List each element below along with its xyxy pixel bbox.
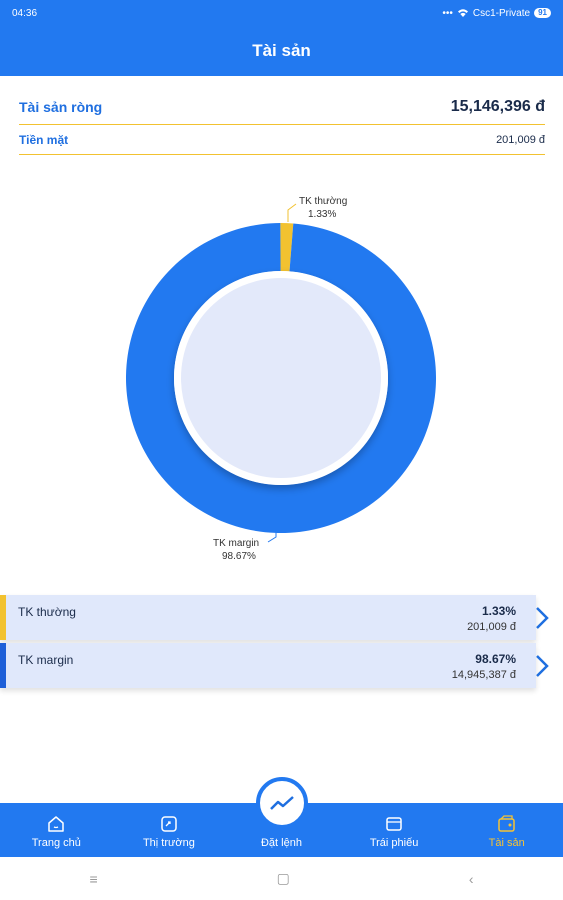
app-header: Tài sản — [0, 26, 563, 76]
nav-label: Tài sản — [488, 837, 525, 849]
status-bar: 04:36 ••• Csc1-Private 91 — [0, 0, 563, 26]
wifi-icon — [457, 9, 468, 17]
nav-item-assets[interactable]: Tài sản — [450, 803, 563, 857]
nav-label: Trái phiếu — [369, 837, 419, 849]
nav-item-market[interactable]: Thị trường — [113, 803, 226, 857]
cash-label: Tiền mặt — [19, 132, 69, 147]
wallet-icon — [386, 817, 402, 831]
market-icon — [161, 816, 177, 832]
account-percent: 1.33% — [481, 604, 516, 618]
allocation-donut-chart: TK thường 1.33% TK margin 98.67% — [126, 196, 437, 562]
cash-value: 201,009 đ — [496, 133, 545, 146]
home-icon — [48, 816, 65, 832]
slice-pct-tk-margin: 98.67% — [222, 551, 256, 562]
back-icon[interactable]: ‹ — [469, 871, 474, 887]
system-nav-bar: ≡ ▢ ‹ — [0, 857, 563, 900]
page-title: Tài sản — [252, 41, 311, 60]
nav-label: Đặt lệnh — [260, 837, 302, 849]
slice-label-tk-thuong: TK thường — [299, 196, 347, 207]
nav-label: Thị trường — [142, 837, 195, 849]
cash-row: Tiền mặt 201,009 đ — [19, 125, 545, 155]
nav-item-home[interactable]: Trang chủ — [0, 803, 113, 857]
slice-label-tk-margin: TK margin — [213, 538, 259, 549]
net-assets-row: Tài sản ròng 15,146,396 đ — [19, 90, 545, 125]
assets-icon — [497, 815, 515, 832]
nav-label: Trang chủ — [31, 837, 81, 849]
chevron-right-icon[interactable] — [531, 595, 553, 640]
account-name: TK margin — [18, 653, 74, 667]
notification-dots: ••• — [442, 7, 453, 19]
battery-icon: 91 — [534, 8, 551, 18]
account-value: 14,945,387 đ — [451, 669, 516, 681]
account-name: TK thường — [18, 605, 76, 619]
account-list: TK thường 1.33% 201,009 đ TK margin 98.6… — [0, 595, 536, 691]
net-assets-label: Tài sản ròng — [19, 99, 103, 115]
chevron-right-icon[interactable] — [531, 643, 553, 688]
slice-pct-tk-thuong: 1.33% — [308, 209, 336, 220]
asset-summary: Tài sản ròng 15,146,396 đ Tiền mặt 201,0… — [19, 90, 545, 155]
nav-item-bonds[interactable]: Trái phiếu — [338, 803, 451, 857]
place-order-button[interactable] — [256, 777, 308, 829]
trend-icon — [270, 796, 294, 810]
menu-icon[interactable]: ≡ — [89, 871, 97, 887]
account-percent: 98.67% — [475, 652, 516, 666]
net-assets-value: 15,146,396 đ — [450, 98, 545, 115]
home-button-icon[interactable]: ▢ — [277, 870, 290, 887]
account-item-tk-thuong[interactable]: TK thường 1.33% 201,009 đ — [0, 595, 536, 640]
account-item-tk-margin[interactable]: TK margin 98.67% 14,945,387 đ — [0, 643, 536, 688]
account-value: 201,009 đ — [467, 621, 516, 633]
status-time: 04:36 — [12, 7, 38, 19]
network-name: Csc1-Private — [472, 7, 531, 19]
